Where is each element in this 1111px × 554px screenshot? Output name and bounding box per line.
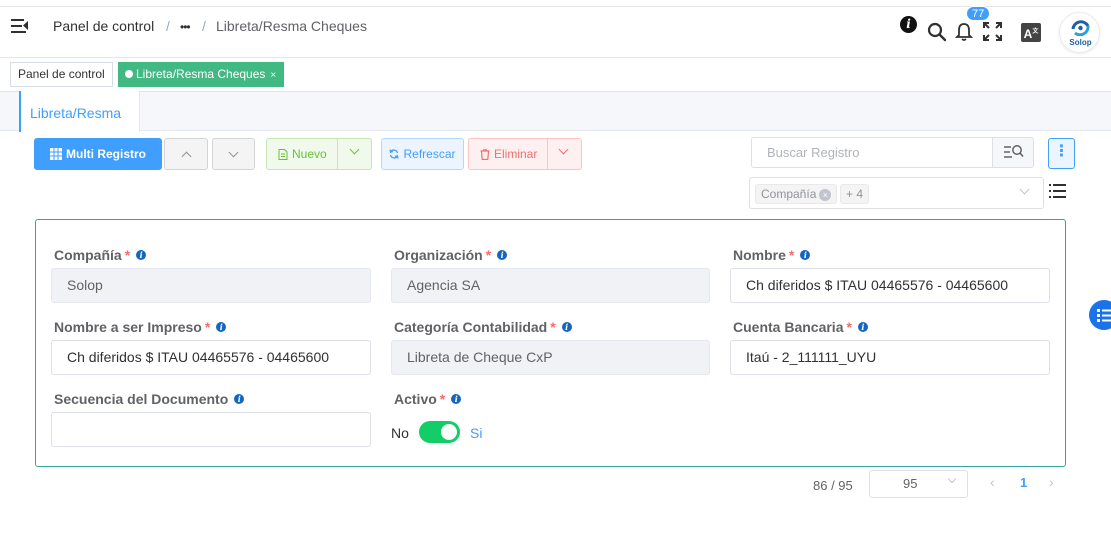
field-label-organizacion: Organización * i: [394, 247, 508, 263]
field-label-activo: Activo * i: [394, 391, 462, 407]
chevron-down-icon[interactable]: [349, 144, 360, 155]
list-icon: [1097, 309, 1111, 322]
compania-field: Solop: [51, 268, 371, 303]
table-icon: [50, 148, 62, 160]
tag-label: Panel de control: [18, 67, 105, 81]
search-button[interactable]: [992, 137, 1034, 168]
info-icon[interactable]: i: [451, 394, 462, 404]
tag-label: Libreta/Resma Cheques: [136, 67, 266, 81]
chevron-down-icon[interactable]: [558, 144, 569, 155]
filter-chip-more: + 4: [840, 184, 870, 204]
notification-badge: 77: [966, 6, 991, 21]
button-label: Multi Registro: [66, 147, 146, 161]
eliminar-button[interactable]: Eliminar: [468, 138, 582, 170]
bell-icon[interactable]: [955, 22, 973, 42]
tab-strip: [0, 91, 1111, 131]
chevron-up-icon: [181, 151, 191, 161]
activo-switch[interactable]: [419, 421, 460, 443]
switch-on-label: Si: [470, 425, 483, 441]
breadcrumb-separator: /: [166, 18, 170, 34]
tab-libreta-resma[interactable]: Libreta/Resma: [19, 91, 140, 132]
more-options-button[interactable]: ⋮: [1048, 138, 1075, 169]
filter-chip-compania: Compañía ×: [755, 184, 838, 204]
avatar-label: Solop: [1069, 38, 1092, 47]
field-label-secuencia: Secuencia del Documento i: [54, 391, 245, 407]
breadcrumb-dashboard[interactable]: Panel de control: [53, 18, 154, 34]
chevron-down-icon: [947, 474, 957, 484]
breadcrumb-ellipsis[interactable]: •••: [180, 20, 191, 34]
field-label-categoria: Categoría Contabilidad * i: [394, 319, 572, 335]
button-label: Nuevo: [292, 147, 327, 161]
secuencia-field[interactable]: [51, 412, 371, 447]
fullscreen-icon[interactable]: [983, 22, 1002, 41]
cuenta-bancaria-field[interactable]: Itaú - 2_111111_UYU: [730, 340, 1050, 375]
breadcrumb-current: Libreta/Resma Cheques: [216, 18, 367, 34]
info-icon[interactable]: i: [136, 250, 147, 260]
chevron-down-icon: [228, 147, 239, 157]
prev-page-button[interactable]: ‹: [990, 474, 995, 490]
search-icon[interactable]: [927, 22, 947, 42]
side-panel-toggle[interactable]: [1089, 300, 1111, 330]
categoria-field: Libreta de Cheque CxP: [391, 340, 710, 375]
tag-dashboard[interactable]: Panel de control: [10, 62, 113, 87]
info-icon[interactable]: i: [857, 322, 868, 332]
nombre-field[interactable]: Ch diferidos $ ITAU 04465576 - 04465600: [730, 268, 1050, 303]
list-icon[interactable]: [1049, 184, 1066, 198]
nombre-impreso-field[interactable]: Ch diferidos $ ITAU 04465576 - 04465600: [51, 340, 371, 375]
field-label-nombre: Nombre * i: [733, 247, 811, 263]
close-icon[interactable]: ×: [270, 70, 276, 81]
hamburger-menu-icon[interactable]: [11, 18, 29, 34]
button-label: Eliminar: [494, 147, 538, 161]
info-icon[interactable]: i: [497, 250, 508, 260]
solop-logo-icon: [1071, 20, 1090, 36]
info-icon[interactable]: i: [900, 16, 917, 33]
field-label-cuenta: Cuenta Bancaria * i: [733, 319, 868, 335]
refresh-icon: [389, 149, 400, 159]
active-dot-icon: [125, 70, 133, 78]
search-input[interactable]: Buscar Registro: [751, 137, 993, 168]
info-icon[interactable]: i: [561, 322, 572, 332]
tag-libreta-resma-cheques[interactable]: Libreta/Resma Cheques ×: [118, 62, 285, 87]
previous-record-button[interactable]: [164, 138, 208, 170]
chevron-down-icon: [1019, 184, 1030, 195]
next-page-button[interactable]: ›: [1049, 474, 1054, 490]
language-icon[interactable]: A文: [1021, 23, 1041, 42]
organizacion-field: Agencia SA: [391, 268, 710, 303]
avatar[interactable]: Solop: [1059, 12, 1100, 53]
breadcrumb-separator: /: [202, 18, 206, 34]
switch-off-label: No: [391, 425, 409, 441]
info-icon[interactable]: i: [216, 322, 227, 332]
close-icon[interactable]: ×: [819, 189, 832, 201]
record-counter: 86 / 95: [813, 478, 853, 493]
page-size-select[interactable]: 95: [869, 470, 968, 498]
tab-label: Libreta/Resma: [30, 105, 122, 121]
page-number[interactable]: 1: [1020, 475, 1027, 490]
field-label-compania: Compañía * i: [54, 247, 147, 263]
refrescar-button[interactable]: Refrescar: [381, 138, 464, 170]
nuevo-button[interactable]: Nuevo: [266, 138, 372, 170]
multi-registro-button[interactable]: Multi Registro: [34, 138, 162, 170]
trash-icon: [480, 148, 490, 160]
info-icon[interactable]: i: [800, 250, 811, 260]
document-icon: [278, 148, 288, 160]
button-label: Refrescar: [403, 147, 456, 161]
field-label-nombre-impreso: Nombre a ser Impreso * i: [54, 319, 227, 335]
filter-select[interactable]: Compañía × + 4: [749, 177, 1044, 209]
search-list-icon: [1004, 145, 1024, 158]
info-icon[interactable]: i: [234, 394, 245, 404]
next-record-button[interactable]: [212, 138, 255, 170]
